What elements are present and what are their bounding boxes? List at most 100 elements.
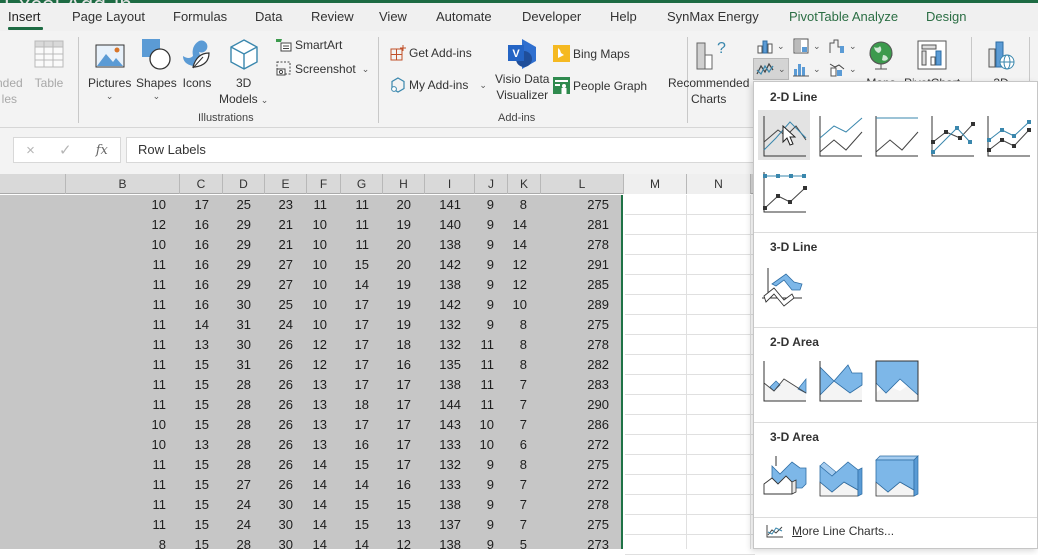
cell[interactable]: 15 xyxy=(331,255,373,275)
cell[interactable]: 275 xyxy=(531,515,613,535)
cell[interactable]: 16 xyxy=(331,435,373,455)
cell[interactable]: 8 xyxy=(498,195,531,215)
cell[interactable]: 13 xyxy=(297,435,331,455)
cell[interactable]: 14 xyxy=(170,315,213,335)
statistic-chart-button[interactable]: ⌄ xyxy=(791,58,823,80)
cell[interactable]: 11 xyxy=(56,475,170,495)
cell[interactable]: 132 xyxy=(415,455,465,475)
column-header-i[interactable]: I xyxy=(425,174,475,194)
column-header-m[interactable]: M xyxy=(624,174,687,194)
column-header-b[interactable]: B xyxy=(66,174,180,194)
cell[interactable]: 20 xyxy=(373,255,415,275)
column-header-g[interactable]: G xyxy=(341,174,383,194)
cell[interactable]: 29 xyxy=(213,215,255,235)
tab-developer[interactable]: Developer xyxy=(522,9,581,24)
cell[interactable]: 12 xyxy=(498,255,531,275)
cell[interactable]: 9 xyxy=(465,535,498,555)
cell[interactable]: 285 xyxy=(531,275,613,295)
cell[interactable]: 24 xyxy=(213,515,255,535)
cell[interactable]: 26 xyxy=(255,435,297,455)
tab-insert[interactable]: Insert xyxy=(8,9,43,30)
cell[interactable]: 25 xyxy=(255,295,297,315)
cell[interactable]: 16 xyxy=(170,235,213,255)
chart-option-area[interactable] xyxy=(758,355,810,405)
cell[interactable]: 14 xyxy=(331,275,373,295)
shapes-button[interactable]: Shapes ⌄ xyxy=(136,37,177,101)
cell[interactable]: 10 xyxy=(465,435,498,455)
cell[interactable]: 30 xyxy=(255,495,297,515)
cell[interactable]: 10 xyxy=(297,255,331,275)
cell[interactable]: 26 xyxy=(255,475,297,495)
cell[interactable]: 137 xyxy=(415,515,465,535)
cell[interactable]: 18 xyxy=(331,395,373,415)
cell[interactable]: 275 xyxy=(531,315,613,335)
cell[interactable]: 13 xyxy=(373,515,415,535)
cell[interactable]: 9 xyxy=(465,455,498,475)
cell[interactable]: 7 xyxy=(498,375,531,395)
cell[interactable]: 28 xyxy=(213,455,255,475)
cell[interactable]: 138 xyxy=(415,495,465,515)
cell[interactable]: 12 xyxy=(56,215,170,235)
more-line-charts-link[interactable]: More Line Charts... xyxy=(766,524,894,538)
cell[interactable]: 26 xyxy=(255,355,297,375)
waterfall-chart-button[interactable]: ⌄ xyxy=(827,35,859,57)
cell[interactable]: 12 xyxy=(297,335,331,355)
chart-option-3d-100-stacked-area[interactable] xyxy=(870,450,922,500)
cell[interactable]: 17 xyxy=(331,335,373,355)
cell[interactable]: 13 xyxy=(297,415,331,435)
cell[interactable]: 16 xyxy=(170,275,213,295)
cell[interactable]: 135 xyxy=(415,355,465,375)
tab-automate[interactable]: Automate xyxy=(436,9,492,24)
chart-option-100-stacked-area[interactable] xyxy=(870,355,922,405)
cell[interactable]: 13 xyxy=(170,335,213,355)
cell[interactable]: 12 xyxy=(373,535,415,555)
chart-option-stacked-line[interactable] xyxy=(814,110,866,160)
tab-data[interactable]: Data xyxy=(255,9,282,24)
cell[interactable]: 272 xyxy=(531,435,613,455)
column-header-a[interactable] xyxy=(0,174,66,194)
cell[interactable]: 17 xyxy=(373,375,415,395)
cell[interactable]: 30 xyxy=(255,515,297,535)
cell[interactable]: 278 xyxy=(531,495,613,515)
cell[interactable]: 273 xyxy=(531,535,613,555)
cell[interactable]: 17 xyxy=(373,395,415,415)
cell[interactable]: 11 xyxy=(331,235,373,255)
visio-data-visualizer-button[interactable]: V Visio Data Visualizer xyxy=(495,37,549,103)
cell[interactable]: 15 xyxy=(170,455,213,475)
cell[interactable]: 28 xyxy=(213,535,255,555)
tab-design[interactable]: Design xyxy=(926,9,966,24)
cell[interactable]: 140 xyxy=(415,215,465,235)
cell[interactable]: 10 xyxy=(297,275,331,295)
cell[interactable]: 10 xyxy=(297,235,331,255)
cell[interactable]: 286 xyxy=(531,415,613,435)
cell[interactable]: 15 xyxy=(170,495,213,515)
cell[interactable]: 7 xyxy=(498,395,531,415)
cell[interactable]: 138 xyxy=(415,535,465,555)
cell[interactable]: 9 xyxy=(465,195,498,215)
icons-button[interactable]: Icons xyxy=(181,37,213,91)
column-header-e[interactable]: E xyxy=(265,174,307,194)
cell[interactable]: 16 xyxy=(170,215,213,235)
cell[interactable]: 8 xyxy=(498,315,531,335)
cell[interactable]: 11 xyxy=(56,335,170,355)
cell[interactable]: 29 xyxy=(213,275,255,295)
cell[interactable]: 16 xyxy=(373,355,415,375)
cell[interactable]: 12 xyxy=(498,275,531,295)
cell[interactable]: 283 xyxy=(531,375,613,395)
cell[interactable]: 8 xyxy=(498,455,531,475)
cell[interactable]: 19 xyxy=(373,315,415,335)
people-graph-button[interactable]: People Graph xyxy=(553,77,647,94)
cell[interactable]: 28 xyxy=(213,375,255,395)
cell[interactable]: 11 xyxy=(465,375,498,395)
cell[interactable]: 11 xyxy=(56,515,170,535)
column-header-k[interactable]: K xyxy=(508,174,541,194)
cell[interactable]: 31 xyxy=(213,355,255,375)
cell[interactable]: 26 xyxy=(255,335,297,355)
cell[interactable]: 141 xyxy=(415,195,465,215)
column-header-c[interactable]: C xyxy=(180,174,223,194)
cell[interactable]: 14 xyxy=(297,475,331,495)
cell[interactable]: 278 xyxy=(531,335,613,355)
cell[interactable]: 5 xyxy=(498,535,531,555)
cell[interactable]: 11 xyxy=(465,395,498,415)
cell[interactable]: 17 xyxy=(331,315,373,335)
